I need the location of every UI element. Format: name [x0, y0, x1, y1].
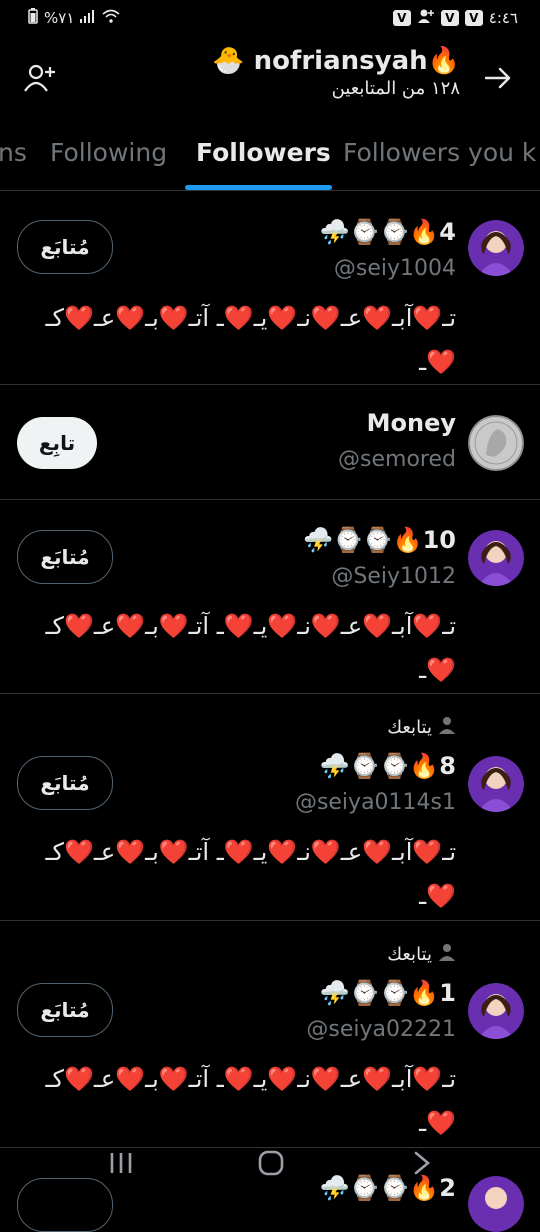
- tab-followers-you-know[interactable]: Followers you k: [343, 138, 536, 167]
- tab-partial[interactable]: ns: [0, 138, 27, 167]
- status-left: %٧١: [28, 8, 120, 28]
- tab-following[interactable]: Following: [50, 138, 167, 167]
- system-nav-bar: [0, 1140, 540, 1200]
- follow-button[interactable]: تابِع: [17, 417, 97, 469]
- user-name: ⛈️⌚⌚🔥8: [319, 752, 456, 780]
- tab-bar: ns Following Followers Followers you k: [0, 128, 540, 191]
- avatar[interactable]: [468, 756, 524, 812]
- wifi-icon: [102, 9, 120, 27]
- follows-you-indicator: يتابعك: [387, 943, 456, 966]
- status-right: V V V ٤:٤٦: [392, 8, 518, 28]
- v-notification-icon: V: [392, 10, 411, 26]
- battery-percent: %٧١: [44, 9, 75, 27]
- avatar[interactable]: [468, 415, 524, 471]
- user-bio: تـ❤️آبـ❤️عـ❤️نـ❤️يـ❤️ـ آتـ❤️بـ❤️عـ❤️كـ❤️…: [45, 304, 456, 376]
- follows-you-indicator: يتابعك: [387, 716, 456, 739]
- avatar[interactable]: [468, 530, 524, 586]
- v-notification-icon: V: [464, 10, 483, 26]
- person-icon: [438, 716, 456, 739]
- signal-icon: [80, 9, 96, 27]
- list-item[interactable]: ⛈️⌚⌚🔥10 @Seiy1012 مُتابَع تـ❤️آبـ❤️عـ❤️ن…: [0, 500, 540, 694]
- list-item[interactable]: يتابعك ⛈️⌚⌚🔥1 @seiya02221 مُتابَع تـ❤️آب…: [0, 921, 540, 1148]
- add-user-icon: [23, 61, 57, 99]
- user-name: ⛈️⌚⌚🔥10: [303, 526, 456, 554]
- status-bar: %٧١ V V V ٤:٤٦: [0, 0, 540, 34]
- follows-you-label: يتابعك: [387, 717, 432, 738]
- back-chevron-icon[interactable]: [412, 1150, 432, 1183]
- avatar[interactable]: [468, 220, 524, 276]
- status-time: ٤:٤٦: [488, 9, 518, 27]
- profile-name: 🐣 nofriansyah🔥: [212, 46, 460, 76]
- following-button[interactable]: مُتابَع: [17, 983, 113, 1037]
- list-item[interactable]: يتابعك ⛈️⌚⌚🔥8 @seiya0114s1 مُتابَع تـ❤️آ…: [0, 694, 540, 921]
- user-bio: تـ❤️آبـ❤️عـ❤️نـ❤️يـ❤️ـ آتـ❤️بـ❤️عـ❤️كـ❤️…: [45, 838, 456, 910]
- user-bio: تـ❤️آبـ❤️عـ❤️نـ❤️يـ❤️ـ آتـ❤️بـ❤️عـ❤️كـ❤️…: [45, 1065, 456, 1137]
- back-button[interactable]: [476, 58, 520, 102]
- user-handle: @seiy1004: [333, 256, 456, 281]
- following-button[interactable]: مُتابَع: [17, 530, 113, 584]
- user-name: ⛈️⌚⌚🔥1: [319, 979, 456, 1007]
- user-name: ⛈️⌚⌚🔥4: [319, 218, 456, 246]
- v-notification-icon: V: [440, 10, 459, 26]
- following-button[interactable]: مُتابَع: [17, 220, 113, 274]
- user-handle: @seiya0114s1: [294, 790, 456, 815]
- contact-add-icon: [417, 8, 435, 28]
- user-handle: @seiya02221: [306, 1017, 456, 1042]
- person-icon: [438, 943, 456, 966]
- following-button[interactable]: مُتابَع: [17, 756, 113, 810]
- recents-icon[interactable]: [108, 1150, 134, 1183]
- battery-icon: [28, 8, 38, 28]
- home-icon[interactable]: [258, 1150, 284, 1183]
- arrow-right-icon: [483, 63, 513, 97]
- tab-indicator: [185, 185, 332, 190]
- profile-title-block: 🐣 nofriansyah🔥 ١٢٨ من المتابعين: [212, 46, 460, 99]
- user-name: Money: [366, 409, 456, 437]
- user-bio: تـ❤️آبـ❤️عـ❤️نـ❤️يـ❤️ـ آتـ❤️بـ❤️عـ❤️كـ❤️…: [45, 612, 456, 684]
- user-handle: @semored: [338, 447, 456, 472]
- tab-followers[interactable]: Followers: [196, 138, 331, 167]
- follows-you-label: يتابعك: [387, 944, 432, 965]
- list-item[interactable]: ⛈️⌚⌚🔥4 @seiy1004 مُتابَع تـ❤️آبـ❤️عـ❤️نـ…: [0, 192, 540, 385]
- add-user-button[interactable]: [18, 58, 62, 102]
- profile-header: 🐣 nofriansyah🔥 ١٢٨ من المتابعين: [0, 38, 540, 118]
- list-item[interactable]: Money @semored تابِع: [0, 385, 540, 500]
- user-handle: @Seiy1012: [331, 564, 456, 589]
- followers-count: ١٢٨ من المتابعين: [331, 78, 460, 99]
- avatar[interactable]: [468, 983, 524, 1039]
